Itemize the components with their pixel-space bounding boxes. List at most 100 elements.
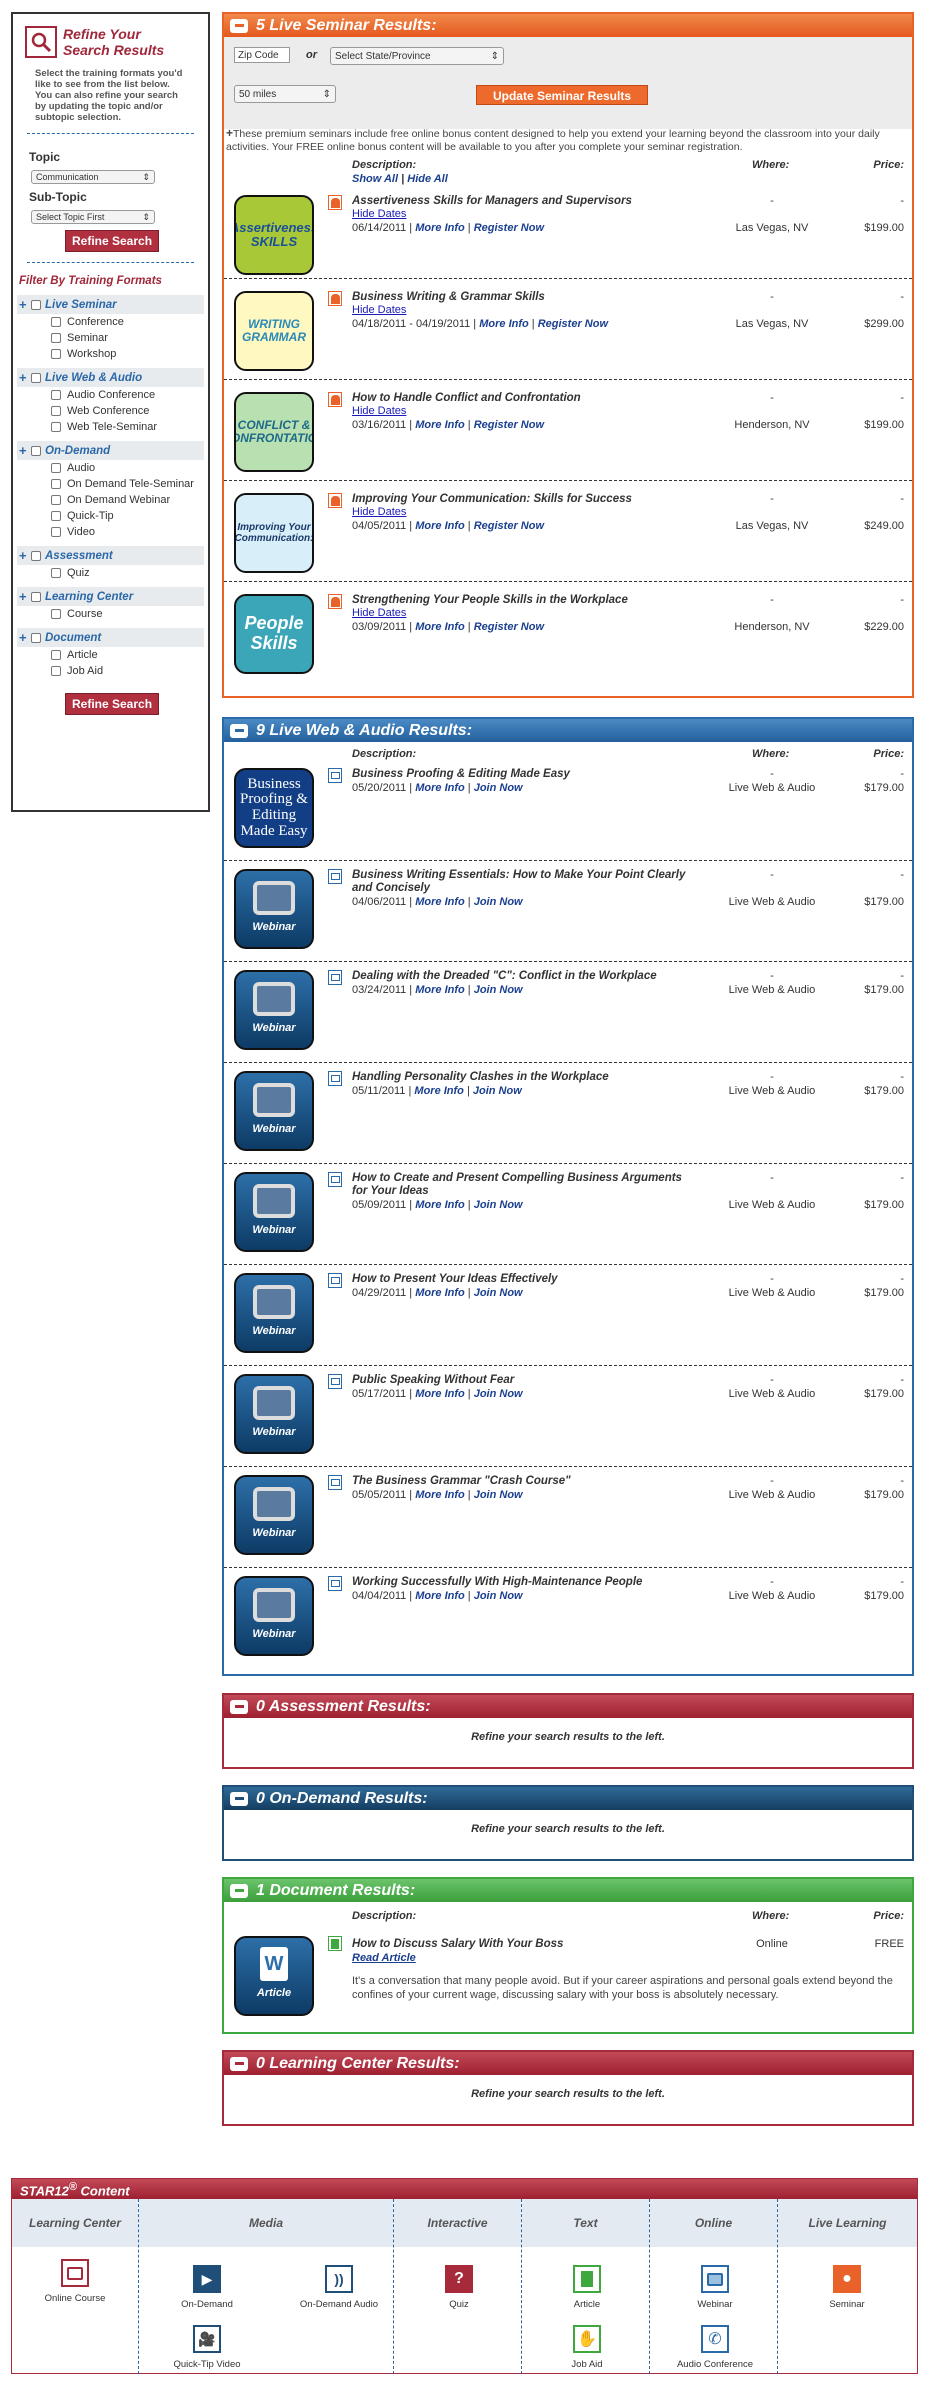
hide-dates-link[interactable]: Hide Dates <box>352 607 406 619</box>
filter-category[interactable]: + On-Demand <box>17 441 204 460</box>
category-checkbox[interactable] <box>31 299 41 310</box>
category-checkbox[interactable] <box>31 632 41 643</box>
webinar-thumbnail[interactable]: Webinar <box>234 1273 314 1353</box>
more-info-link[interactable]: More Info <box>479 318 529 330</box>
option-checkbox[interactable] <box>51 317 61 327</box>
register-now-link[interactable]: Register Now <box>474 419 544 431</box>
category-checkbox[interactable] <box>31 550 41 561</box>
more-info-link[interactable]: More Info <box>415 984 465 996</box>
seminar-thumbnail[interactable]: Assertiveness SKILLS <box>234 195 314 275</box>
webinar-item[interactable]: Webinar <box>660 2265 770 2310</box>
filter-category[interactable]: + Live Seminar <box>17 295 204 314</box>
more-info-link[interactable]: More Info <box>415 222 465 234</box>
option-checkbox[interactable] <box>51 349 61 359</box>
filter-option[interactable]: Workshop <box>17 346 204 362</box>
filter-category[interactable]: + Learning Center <box>17 587 204 606</box>
join-now-link[interactable]: Join Now <box>474 1388 523 1400</box>
option-checkbox[interactable] <box>51 495 61 505</box>
miles-select[interactable]: 50 miles ⇕ <box>234 85 336 103</box>
join-now-link[interactable]: Join Now <box>474 1590 523 1602</box>
quick-tip-video-item[interactable]: 🎥 Quick-Tip Video <box>152 2325 262 2370</box>
more-info-link[interactable]: More Info <box>415 621 465 633</box>
filter-option[interactable]: Web Conference <box>17 403 204 419</box>
register-now-link[interactable]: Register Now <box>474 621 544 633</box>
more-info-link[interactable]: More Info <box>415 782 465 794</box>
more-info-link[interactable]: More Info <box>415 520 465 532</box>
option-checkbox[interactable] <box>51 333 61 343</box>
article-thumbnail[interactable]: W Article <box>234 1936 314 2016</box>
option-checkbox[interactable] <box>51 527 61 537</box>
update-seminar-results-button[interactable]: Update Seminar Results <box>476 85 648 105</box>
category-checkbox[interactable] <box>31 445 41 456</box>
option-checkbox[interactable] <box>51 463 61 473</box>
read-article-link[interactable]: Read Article <box>352 1952 416 1964</box>
zip-code-input[interactable]: Zip Code <box>234 47 290 63</box>
register-now-link[interactable]: Register Now <box>474 520 544 532</box>
show-all-link[interactable]: Show All <box>352 173 398 185</box>
subtopic-select[interactable]: Select Topic First ⇕ <box>31 210 155 224</box>
more-info-link[interactable]: More Info <box>414 1085 464 1097</box>
filter-option[interactable]: Seminar <box>17 330 204 346</box>
option-checkbox[interactable] <box>51 650 61 660</box>
filter-option[interactable]: Quiz <box>17 565 204 581</box>
option-checkbox[interactable] <box>51 406 61 416</box>
seminar-item[interactable]: ● Seminar <box>792 2265 902 2310</box>
filter-category[interactable]: + Assessment <box>17 546 204 565</box>
more-info-link[interactable]: More Info <box>415 1388 465 1400</box>
more-info-link[interactable]: More Info <box>415 1287 465 1299</box>
option-checkbox[interactable] <box>51 609 61 619</box>
filter-option[interactable]: On Demand Tele-Seminar <box>17 476 204 492</box>
collapse-icon[interactable] <box>230 1791 248 1806</box>
seminar-thumbnail[interactable]: People Skills <box>234 594 314 674</box>
seminar-thumbnail[interactable]: WRITING GRAMMAR <box>234 291 314 371</box>
filter-option[interactable]: Audio Conference <box>17 387 204 403</box>
collapse-icon[interactable] <box>230 2056 248 2071</box>
filter-category[interactable]: + Document <box>17 628 204 647</box>
on-demand-item[interactable]: ▶ On-Demand <box>152 2265 262 2310</box>
webinar-thumbnail[interactable]: Webinar <box>234 1172 314 1252</box>
join-now-link[interactable]: Join Now <box>474 984 523 996</box>
filter-option[interactable]: Audio <box>17 460 204 476</box>
filter-option[interactable]: Course <box>17 606 204 622</box>
expand-plus-icon[interactable]: + <box>19 297 27 312</box>
expand-plus-icon[interactable]: + <box>19 443 27 458</box>
filter-category[interactable]: + Live Web & Audio <box>17 368 204 387</box>
hide-all-link[interactable]: Hide All <box>407 173 448 185</box>
more-info-link[interactable]: More Info <box>415 1590 465 1602</box>
article-item[interactable]: Article <box>532 2265 642 2310</box>
expand-plus-icon[interactable]: + <box>19 589 27 604</box>
more-info-link[interactable]: More Info <box>415 1489 465 1501</box>
expand-plus-icon[interactable]: + <box>19 370 27 385</box>
collapse-icon[interactable] <box>230 18 248 33</box>
join-now-link[interactable]: Join Now <box>474 782 523 794</box>
hide-dates-link[interactable]: Hide Dates <box>352 506 406 518</box>
collapse-icon[interactable] <box>230 1699 248 1714</box>
audio-conference-item[interactable]: ✆ Audio Conference <box>660 2325 770 2370</box>
hide-dates-link[interactable]: Hide Dates <box>352 208 406 220</box>
register-now-link[interactable]: Register Now <box>474 222 544 234</box>
expand-plus-icon[interactable]: + <box>19 630 27 645</box>
filter-option[interactable]: Web Tele-Seminar <box>17 419 204 435</box>
refine-search-button-bottom[interactable]: Refine Search <box>65 693 160 715</box>
seminar-thumbnail[interactable]: CONFLICT & CONFRONTATION <box>234 392 314 472</box>
seminar-thumbnail[interactable]: Improving Your Communication: <box>234 493 314 573</box>
webinar-thumbnail[interactable]: Webinar <box>234 869 314 949</box>
state-province-select[interactable]: Select State/Province ⇕ <box>330 47 504 65</box>
online-course-item[interactable]: Online Course <box>20 2259 130 2304</box>
filter-option[interactable]: On Demand Webinar <box>17 492 204 508</box>
webinar-thumbnail[interactable]: Webinar <box>234 1374 314 1454</box>
more-info-link[interactable]: More Info <box>415 1199 465 1211</box>
on-demand-audio-item[interactable]: )) On-Demand Audio <box>284 2265 394 2310</box>
join-now-link[interactable]: Join Now <box>474 1199 523 1211</box>
register-now-link[interactable]: Register Now <box>538 318 608 330</box>
job-aid-item[interactable]: ✋ Job Aid <box>532 2325 642 2370</box>
filter-option[interactable]: Conference <box>17 314 204 330</box>
webinar-thumbnail[interactable]: Webinar <box>234 970 314 1050</box>
webinar-thumbnail[interactable]: Webinar <box>234 1576 314 1656</box>
category-checkbox[interactable] <box>31 372 41 383</box>
refine-search-button[interactable]: Refine Search <box>65 230 160 252</box>
more-info-link[interactable]: More Info <box>415 896 465 908</box>
hide-dates-link[interactable]: Hide Dates <box>352 405 406 417</box>
collapse-icon[interactable] <box>230 723 248 738</box>
topic-select[interactable]: Communication ⇕ <box>31 170 155 184</box>
